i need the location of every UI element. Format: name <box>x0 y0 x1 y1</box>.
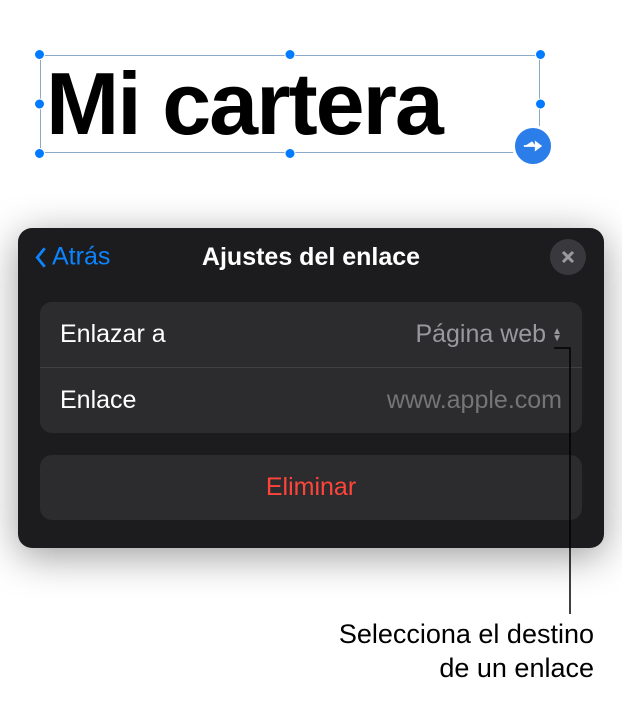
resize-handle-tl[interactable] <box>34 49 45 60</box>
resize-handle-mb[interactable] <box>285 148 296 159</box>
caption: Selecciona el destino de un enlace <box>339 618 594 686</box>
link-settings-group: Enlazar a Página web ▲▼ Enlace <box>40 302 582 433</box>
delete-button[interactable]: Eliminar <box>40 455 582 520</box>
updown-icon: ▲▼ <box>552 328 562 342</box>
resize-handle-ml[interactable] <box>34 99 45 110</box>
link-to-selected: Página web <box>415 320 546 349</box>
close-button[interactable] <box>550 239 586 275</box>
close-icon <box>560 249 576 265</box>
link-indicator-icon[interactable] <box>512 125 554 167</box>
back-button-label: Atrás <box>52 243 110 272</box>
link-to-row[interactable]: Enlazar a Página web ▲▼ <box>40 302 582 367</box>
resize-handle-mr[interactable] <box>535 99 546 110</box>
selected-text-box[interactable]: Mi cartera <box>40 55 540 153</box>
caption-line-2: de un enlace <box>339 652 594 686</box>
chevron-left-icon <box>32 244 50 270</box>
resize-handle-mt[interactable] <box>285 49 296 60</box>
link-url-label: Enlace <box>60 386 136 415</box>
delete-group: Eliminar <box>40 455 582 520</box>
link-url-row[interactable]: Enlace <box>40 367 582 433</box>
link-url-input[interactable] <box>282 386 562 415</box>
link-to-label: Enlazar a <box>60 320 166 349</box>
popover-header: Atrás Ajustes del enlace <box>18 228 604 286</box>
popover-title: Ajustes del enlace <box>202 243 420 272</box>
link-settings-popover: Atrás Ajustes del enlace Enlazar a Págin… <box>18 228 604 548</box>
link-to-value: Página web ▲▼ <box>415 320 562 349</box>
selection-outline <box>40 55 540 153</box>
resize-handle-tr[interactable] <box>535 49 546 60</box>
back-button[interactable]: Atrás <box>32 243 110 272</box>
resize-handle-bl[interactable] <box>34 148 45 159</box>
caption-line-1: Selecciona el destino <box>339 618 594 652</box>
